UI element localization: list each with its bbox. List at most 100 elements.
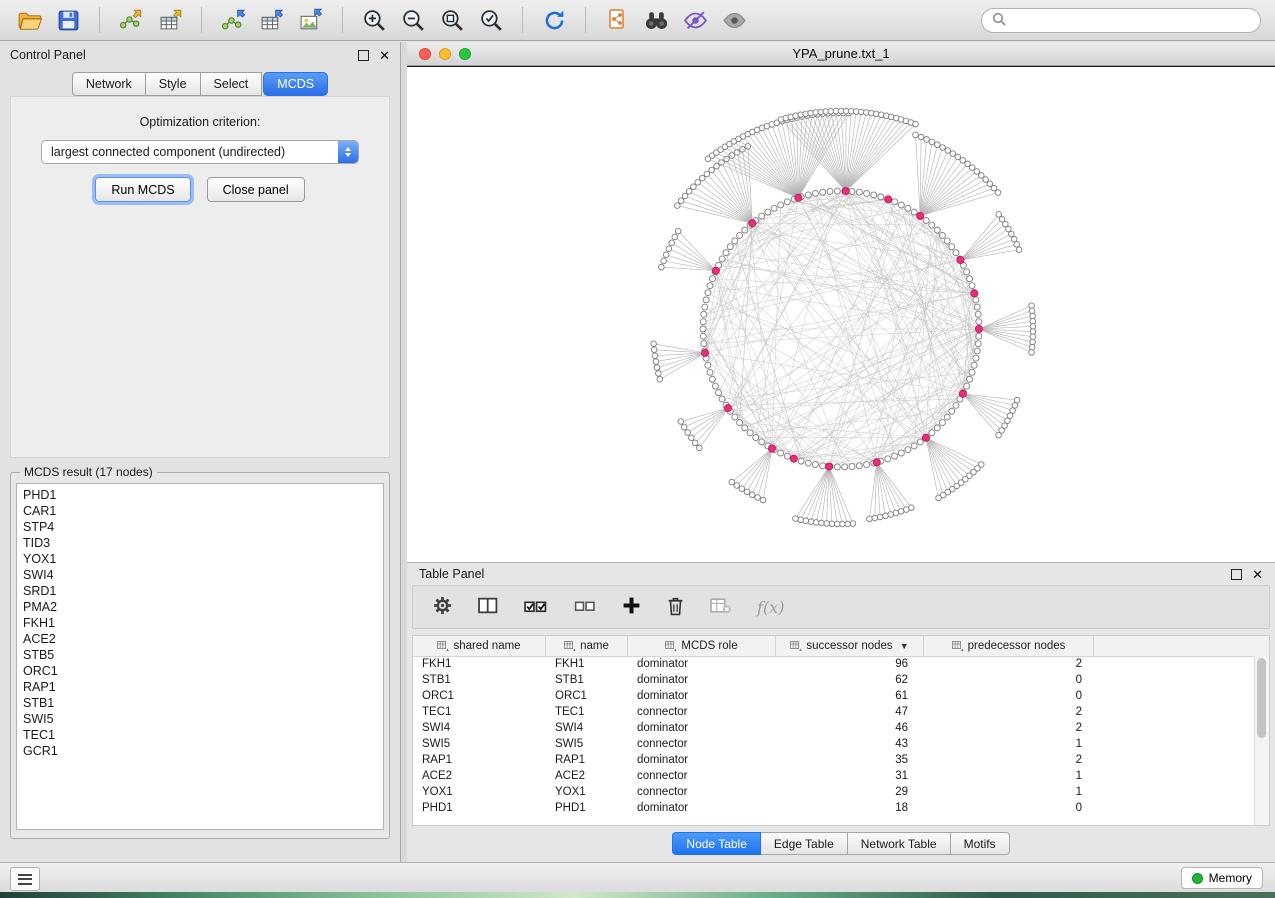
table-cell[interactable]: SWI4 — [546, 722, 628, 734]
mcds-result-item[interactable]: STB5 — [23, 647, 377, 663]
column-header-successor-nodes[interactable]: successor nodes ▼ — [776, 636, 924, 656]
close-table-panel-icon[interactable]: ✕ — [1252, 568, 1263, 581]
table-cell[interactable]: 0 — [924, 802, 1094, 814]
mcds-result-item[interactable]: PHD1 — [23, 487, 377, 503]
table-cell[interactable]: TEC1 — [546, 706, 628, 718]
table-cell[interactable]: 1 — [924, 786, 1094, 798]
table-cell[interactable]: STB1 — [546, 674, 628, 686]
select-all-columns-icon[interactable] — [524, 597, 547, 618]
table-cell[interactable]: 0 — [924, 690, 1094, 702]
hide-graphics-details-icon[interactable] — [680, 5, 710, 35]
table-cell[interactable]: dominator — [628, 722, 776, 734]
table-row[interactable]: YOX1YOX1connector291 — [413, 784, 1255, 800]
mcds-result-item[interactable]: FKH1 — [23, 615, 377, 631]
criterion-select[interactable]: largest connected component (undirected) — [41, 140, 359, 164]
table-cell[interactable]: ORC1 — [546, 690, 628, 702]
mcds-result-item[interactable]: TEC1 — [23, 727, 377, 743]
table-scrollbar[interactable] — [1254, 656, 1269, 825]
mcds-result-item[interactable]: GCR1 — [23, 743, 377, 759]
mcds-result-item[interactable]: YOX1 — [23, 551, 377, 567]
find-icon[interactable] — [641, 5, 671, 35]
mcds-result-item[interactable]: STP4 — [23, 519, 377, 535]
table-row[interactable]: SWI4SWI4dominator462 — [413, 720, 1255, 736]
table-cell[interactable]: YOX1 — [546, 786, 628, 798]
table-row[interactable]: PHD1PHD1dominator180 — [413, 800, 1255, 816]
mcds-result-item[interactable]: ACE2 — [23, 631, 377, 647]
tab-network-table[interactable]: Network Table — [848, 832, 951, 855]
zoom-in-icon[interactable] — [359, 5, 389, 35]
table-cell[interactable]: dominator — [628, 658, 776, 670]
delete-column-icon[interactable] — [667, 596, 684, 619]
mcds-result-item[interactable]: PMA2 — [23, 599, 377, 615]
table-row[interactable]: SWI5SWI5connector431 — [413, 736, 1255, 752]
table-cell[interactable]: 35 — [776, 754, 924, 766]
mcds-result-item[interactable]: ORC1 — [23, 663, 377, 679]
table-cell[interactable]: 18 — [776, 802, 924, 814]
table-cell[interactable]: 2 — [924, 706, 1094, 718]
column-header-name[interactable]: name — [546, 636, 628, 656]
table-cell[interactable]: 31 — [776, 770, 924, 782]
table-cell[interactable]: 96 — [776, 658, 924, 670]
table-cell[interactable]: 46 — [776, 722, 924, 734]
table-row[interactable]: TEC1TEC1connector472 — [413, 704, 1255, 720]
export-network-icon[interactable] — [218, 5, 248, 35]
search-input[interactable] — [1012, 12, 1250, 28]
tab-motifs[interactable]: Motifs — [951, 832, 1010, 855]
show-column-panel-icon[interactable] — [478, 597, 498, 617]
window-minimize-icon[interactable] — [439, 48, 451, 60]
table-cell[interactable]: 62 — [776, 674, 924, 686]
window-maximize-icon[interactable] — [459, 48, 471, 60]
table-cell[interactable]: SWI4 — [413, 722, 546, 734]
table-cell[interactable]: 1 — [924, 770, 1094, 782]
table-cell[interactable]: PHD1 — [413, 802, 546, 814]
network-graph[interactable] — [407, 67, 1275, 561]
table-cell[interactable]: ACE2 — [413, 770, 546, 782]
run-mcds-button[interactable]: Run MCDS — [95, 177, 190, 202]
close-panel-button[interactable]: Close panel — [207, 177, 305, 202]
table-cell[interactable]: dominator — [628, 802, 776, 814]
table-cell[interactable]: 1 — [924, 738, 1094, 750]
float-panel-icon[interactable] — [358, 50, 369, 61]
tab-style[interactable]: Style — [146, 72, 201, 96]
zoom-out-icon[interactable] — [398, 5, 428, 35]
table-cell[interactable]: connector — [628, 738, 776, 750]
network-canvas[interactable] — [407, 66, 1275, 562]
table-cell[interactable]: RAP1 — [413, 754, 546, 766]
export-table-icon[interactable] — [257, 5, 287, 35]
tab-node-table[interactable]: Node Table — [672, 832, 761, 855]
mcds-result-list[interactable]: PHD1CAR1STP4TID3YOX1SWI4SRD1PMA2FKH1ACE2… — [16, 483, 384, 830]
combo-stepper-icon[interactable] — [338, 141, 358, 163]
window-close-icon[interactable] — [419, 48, 431, 60]
table-cell[interactable]: 0 — [924, 674, 1094, 686]
mcds-result-item[interactable]: RAP1 — [23, 679, 377, 695]
table-cell[interactable]: STB1 — [413, 674, 546, 686]
export-image-icon[interactable] — [296, 5, 326, 35]
table-cell[interactable]: 2 — [924, 722, 1094, 734]
table-cell[interactable]: 2 — [924, 754, 1094, 766]
mcds-result-item[interactable]: TID3 — [23, 535, 377, 551]
mcds-result-item[interactable]: STB1 — [23, 695, 377, 711]
table-cell[interactable]: SWI5 — [546, 738, 628, 750]
column-header-mcds-role[interactable]: MCDS role — [628, 636, 776, 656]
mcds-result-item[interactable]: SRD1 — [23, 583, 377, 599]
table-cell[interactable]: ORC1 — [413, 690, 546, 702]
table-row[interactable]: ACE2ACE2connector311 — [413, 768, 1255, 784]
table-row[interactable]: STB1STB1dominator620 — [413, 672, 1255, 688]
save-session-icon[interactable] — [53, 5, 83, 35]
open-session-icon[interactable] — [14, 5, 44, 35]
search-box[interactable] — [981, 8, 1261, 33]
table-cell[interactable]: YOX1 — [413, 786, 546, 798]
zoom-fit-icon[interactable] — [437, 5, 467, 35]
column-header-predecessor-nodes[interactable]: predecessor nodes — [924, 636, 1094, 656]
table-cell[interactable]: PHD1 — [546, 802, 628, 814]
float-table-panel-icon[interactable] — [1231, 569, 1242, 580]
zoom-selected-icon[interactable] — [476, 5, 506, 35]
status-menu-button[interactable] — [10, 867, 40, 891]
table-cell[interactable]: dominator — [628, 674, 776, 686]
tab-select[interactable]: Select — [201, 72, 263, 96]
tab-network[interactable]: Network — [72, 72, 146, 96]
table-cell[interactable]: SWI5 — [413, 738, 546, 750]
new-network-from-selection-icon[interactable] — [602, 5, 632, 35]
table-cell[interactable]: dominator — [628, 754, 776, 766]
import-network-icon[interactable] — [116, 5, 146, 35]
